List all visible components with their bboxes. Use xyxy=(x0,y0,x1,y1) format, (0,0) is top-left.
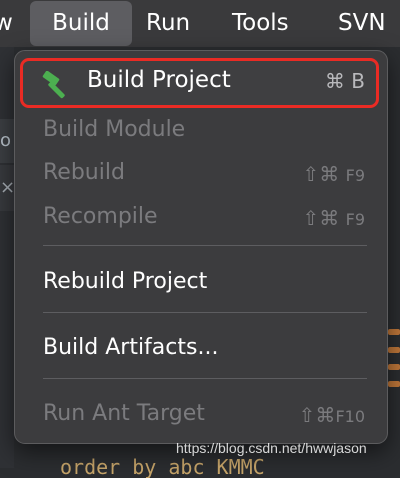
gutter-marker xyxy=(388,364,400,370)
menu-item-label: Build Project xyxy=(87,67,231,93)
menu-item-shortcut: ⇧⌘F10 xyxy=(299,403,365,427)
menu-item-run-ant-target[interactable]: Run Ant Target ⇧⌘F10 xyxy=(15,399,387,433)
menu-view-partial[interactable]: w xyxy=(0,0,14,47)
menu-item-build-artifacts[interactable]: Build Artifacts... xyxy=(15,333,387,367)
menu-separator xyxy=(43,245,367,246)
menu-item-rebuild-project[interactable]: Rebuild Project xyxy=(15,267,387,301)
menu-bar: w Build Run Tools SVN xyxy=(0,0,400,47)
watermark: https://blog.csdn.net/hwwjason xyxy=(176,440,367,456)
editor-tab-close-partial[interactable]: × xyxy=(0,165,14,211)
menu-item-shortcut: ⌘ B xyxy=(324,69,365,93)
shortcut-modifiers: ⇧⌘ xyxy=(298,403,336,427)
editor-left-gutter: o × xyxy=(0,47,14,468)
menu-item-rebuild[interactable]: Rebuild ⇧⌘ F9 xyxy=(15,158,387,192)
menu-item-build-module[interactable]: Build Module xyxy=(15,115,387,149)
shortcut-key: F9 xyxy=(345,166,365,185)
shortcut-modifiers: ⇧⌘ xyxy=(302,206,340,230)
hammer-icon xyxy=(42,71,65,99)
menu-svn[interactable]: SVN xyxy=(338,0,400,47)
shortcut-key: F9 xyxy=(345,210,365,229)
build-menu-dropdown: Build Project ⌘ B Build Module Rebuild ⇧… xyxy=(14,50,388,444)
menu-run[interactable]: Run xyxy=(146,0,190,47)
menu-build[interactable]: Build xyxy=(30,1,132,46)
gutter-marker xyxy=(388,347,400,353)
gutter-marker xyxy=(388,381,400,387)
menu-tools[interactable]: Tools xyxy=(232,0,289,47)
editor-right-gutter xyxy=(386,47,400,468)
menu-item-label: Build Module xyxy=(43,117,186,142)
menu-item-recompile[interactable]: Recompile ⇧⌘ F9 xyxy=(15,202,387,236)
menu-separator xyxy=(43,312,367,313)
menu-item-label: Rebuild xyxy=(43,160,125,185)
menu-item-shortcut: ⇧⌘ F9 xyxy=(302,162,365,186)
gutter-marker xyxy=(388,329,400,335)
menu-item-label: Build Artifacts... xyxy=(43,335,219,360)
shortcut-key: F10 xyxy=(335,407,365,426)
menu-item-build-project[interactable]: Build Project ⌘ B xyxy=(15,55,387,108)
editor-tab-partial[interactable]: o xyxy=(0,119,14,163)
menu-item-label: Run Ant Target xyxy=(43,401,205,426)
shortcut-modifiers: ⇧⌘ xyxy=(302,162,340,186)
menu-separator xyxy=(43,378,367,379)
menu-item-label: Recompile xyxy=(43,204,158,229)
menu-item-label: Rebuild Project xyxy=(43,269,208,294)
menu-item-shortcut: ⇧⌘ F9 xyxy=(302,206,365,230)
